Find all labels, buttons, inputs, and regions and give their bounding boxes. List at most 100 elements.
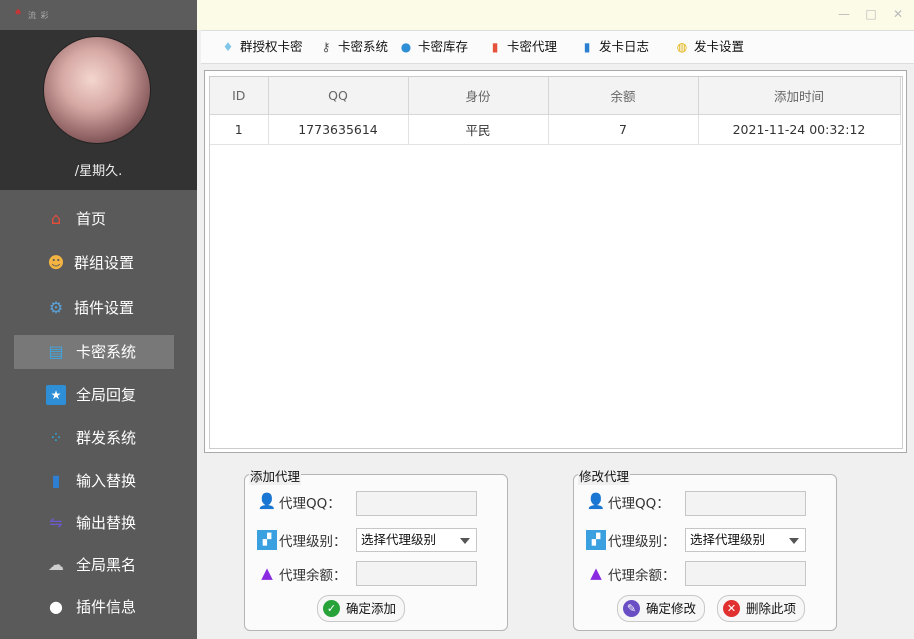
edit-agent-balance-input[interactable]	[685, 561, 806, 586]
output-swap-icon: ⇋	[49, 513, 63, 532]
sidebar-item-label: 群发系统	[76, 429, 137, 447]
globe-icon: ●	[400, 40, 412, 54]
chevron-down-icon	[789, 538, 799, 544]
toolbar: ♦ 群授权卡密 ⚷ 卡密系统 ● 卡密库存 ▮ 卡密代理 ▮ 发卡日志 ◍ 发卡设置	[201, 30, 914, 64]
sidebar-item-plugin-settings[interactable]: ⚙ 插件设置	[14, 291, 174, 325]
column-header-id[interactable]: ID	[210, 77, 269, 115]
add-agent-level-select[interactable]: 选择代理级别	[356, 528, 477, 552]
sidebar-item-output-replace[interactable]: ⇋ 输出替换	[14, 506, 174, 540]
gear-icon: ⚙	[48, 298, 64, 317]
tab-group-auth-card[interactable]: ♦ 群授权卡密	[220, 31, 303, 63]
tab-issue-log[interactable]: ▮ 发卡日志	[579, 31, 649, 63]
edit-agent-panel: 修改代理 👤 代理QQ： ▞ 代理级别： 选择代理级别 ▲ 代理余额： ✎ 确定…	[573, 466, 837, 631]
logo-text: 流 彩	[28, 11, 50, 20]
add-agent-balance-input[interactable]	[356, 561, 477, 586]
avatar[interactable]	[43, 36, 151, 144]
level-icon: ▞	[586, 530, 606, 550]
minimize-icon[interactable]: —	[836, 6, 852, 22]
tooth-icon: ♦	[222, 40, 234, 54]
select-value: 选择代理级别	[690, 532, 766, 547]
sidebar-item-global-blacklist[interactable]: ☁ 全局黑名	[14, 548, 174, 582]
table-row[interactable]: 1 1773635614 平民 7 2021-11-24 00:32:12	[210, 114, 901, 145]
agent-table-container: ID QQ 身份 余额 添加时间 1 1773635614 平民 7 2021-…	[209, 76, 903, 449]
column-header-balance[interactable]: 余额	[548, 77, 699, 115]
cell-id: 1	[210, 114, 269, 145]
sidebar-item-group-settings[interactable]: ☻ 群组设置	[14, 246, 174, 280]
tab-label: 卡密系统	[338, 39, 389, 54]
add-agent-title: 添加代理	[249, 466, 302, 485]
username: /星期久.	[74, 164, 123, 179]
add-agent-qq-input[interactable]	[356, 491, 477, 516]
key-network-icon: ⚷	[321, 40, 331, 54]
button-label: 确定修改	[646, 601, 697, 616]
tab-label: 发卡日志	[599, 39, 650, 54]
button-label: 确定添加	[346, 601, 397, 616]
broadcast-dots-icon: ⁘	[49, 428, 63, 447]
column-header-qq[interactable]: QQ	[268, 77, 409, 115]
agent-balance-label: 代理余额：	[279, 568, 347, 584]
edit-agent-level-select[interactable]: 选择代理级别	[685, 528, 806, 552]
sidebar-item-label: 输入替换	[76, 472, 137, 490]
cell-role: 平民	[408, 114, 549, 145]
balance-icon: ▲	[261, 564, 273, 582]
book-icon: ▮	[583, 40, 591, 54]
tab-issue-settings[interactable]: ◍ 发卡设置	[674, 31, 744, 63]
agent-table-panel: ID QQ 身份 余额 添加时间 1 1773635614 平民 7 2021-…	[204, 70, 907, 453]
chevron-down-icon	[460, 538, 470, 544]
document-icon: ▤	[48, 342, 64, 361]
github-icon: ●	[49, 597, 63, 616]
edit-agent-title: 修改代理	[578, 466, 631, 485]
column-header-added-time[interactable]: 添加时间	[698, 77, 901, 115]
logo-bar: ♠ 流 彩	[0, 0, 197, 30]
button-label: 删除此项	[746, 601, 797, 616]
sidebar-item-label: 首页	[76, 210, 107, 228]
check-icon: ✓	[323, 600, 340, 617]
select-value: 选择代理级别	[361, 532, 437, 547]
tab-label: 卡密代理	[507, 39, 558, 54]
agent-badge-icon: ▮	[491, 40, 499, 54]
sidebar-item-label: 全局黑名	[76, 556, 137, 574]
agent-level-label: 代理级别：	[608, 534, 676, 550]
tab-card-system[interactable]: ⚷ 卡密系统	[318, 31, 388, 63]
delete-item-button[interactable]: ✕ 删除此项	[717, 595, 806, 622]
sidebar-item-input-replace[interactable]: ▮ 输入替换	[14, 464, 174, 498]
sidebar-item-label: 插件信息	[76, 598, 137, 616]
user-icon: 👤	[586, 492, 606, 510]
delete-icon: ✕	[723, 600, 740, 617]
sidebar-item-label: 输出替换	[76, 514, 137, 532]
home-icon: ⌂	[50, 209, 62, 228]
close-icon[interactable]: ✕	[890, 6, 906, 22]
group-user-add-icon: ☻	[47, 253, 65, 272]
confirm-edit-button[interactable]: ✎ 确定修改	[617, 595, 706, 622]
main-area: — □ ✕ ♦ 群授权卡密 ⚷ 卡密系统 ● 卡密库存 ▮ 卡密代理 ▮ 发卡日志 ◍ 发卡…	[197, 0, 914, 639]
tab-card-stock[interactable]: ● 卡密库存	[398, 31, 468, 63]
maximize-icon[interactable]: □	[863, 6, 879, 22]
tab-card-agent[interactable]: ▮ 卡密代理	[487, 31, 557, 63]
add-agent-panel: 添加代理 👤 代理QQ： ▞ 代理级别： 选择代理级别 ▲ 代理余额： ✓ 确定…	[244, 466, 508, 631]
sidebar-item-plugin-info[interactable]: ● 插件信息	[14, 590, 174, 624]
agent-level-label: 代理级别：	[279, 534, 347, 550]
level-icon: ▞	[257, 530, 277, 550]
agent-table: ID QQ 身份 余额 添加时间 1 1773635614 平民 7 2021-…	[210, 77, 901, 145]
confirm-add-button[interactable]: ✓ 确定添加	[317, 595, 406, 622]
sidebar-item-card-system[interactable]: ▤ 卡密系统	[14, 335, 174, 369]
sidebar-item-label: 卡密系统	[76, 343, 137, 361]
cell-qq: 1773635614	[268, 114, 409, 145]
column-header-role[interactable]: 身份	[408, 77, 549, 115]
blacklist-cloud-icon: ☁	[48, 555, 64, 574]
logo-icon: ♠	[14, 8, 23, 18]
agent-balance-label: 代理余额：	[608, 568, 676, 584]
tab-label: 卡密库存	[418, 39, 469, 54]
sidebar-item-global-reply[interactable]: ★ 全局回复	[14, 378, 174, 412]
edit-badge-icon: ✎	[623, 600, 640, 617]
cell-balance: 7	[548, 114, 699, 145]
edit-agent-qq-input[interactable]	[685, 491, 806, 516]
tab-label: 群授权卡密	[240, 39, 303, 54]
sidebar: ♠ 流 彩 /星期久. ⌂ 首页 ☻ 群组设置 ⚙ 插件设置 ▤ 卡密系统 ★ …	[0, 0, 197, 639]
table-header-row: ID QQ 身份 余额 添加时间	[210, 77, 901, 115]
sidebar-item-broadcast[interactable]: ⁘ 群发系统	[14, 421, 174, 455]
ring-settings-icon: ◍	[676, 40, 688, 54]
sidebar-item-home[interactable]: ⌂ 首页	[14, 202, 174, 236]
agent-qq-label: 代理QQ：	[608, 496, 670, 512]
sidebar-item-label: 插件设置	[74, 299, 135, 317]
